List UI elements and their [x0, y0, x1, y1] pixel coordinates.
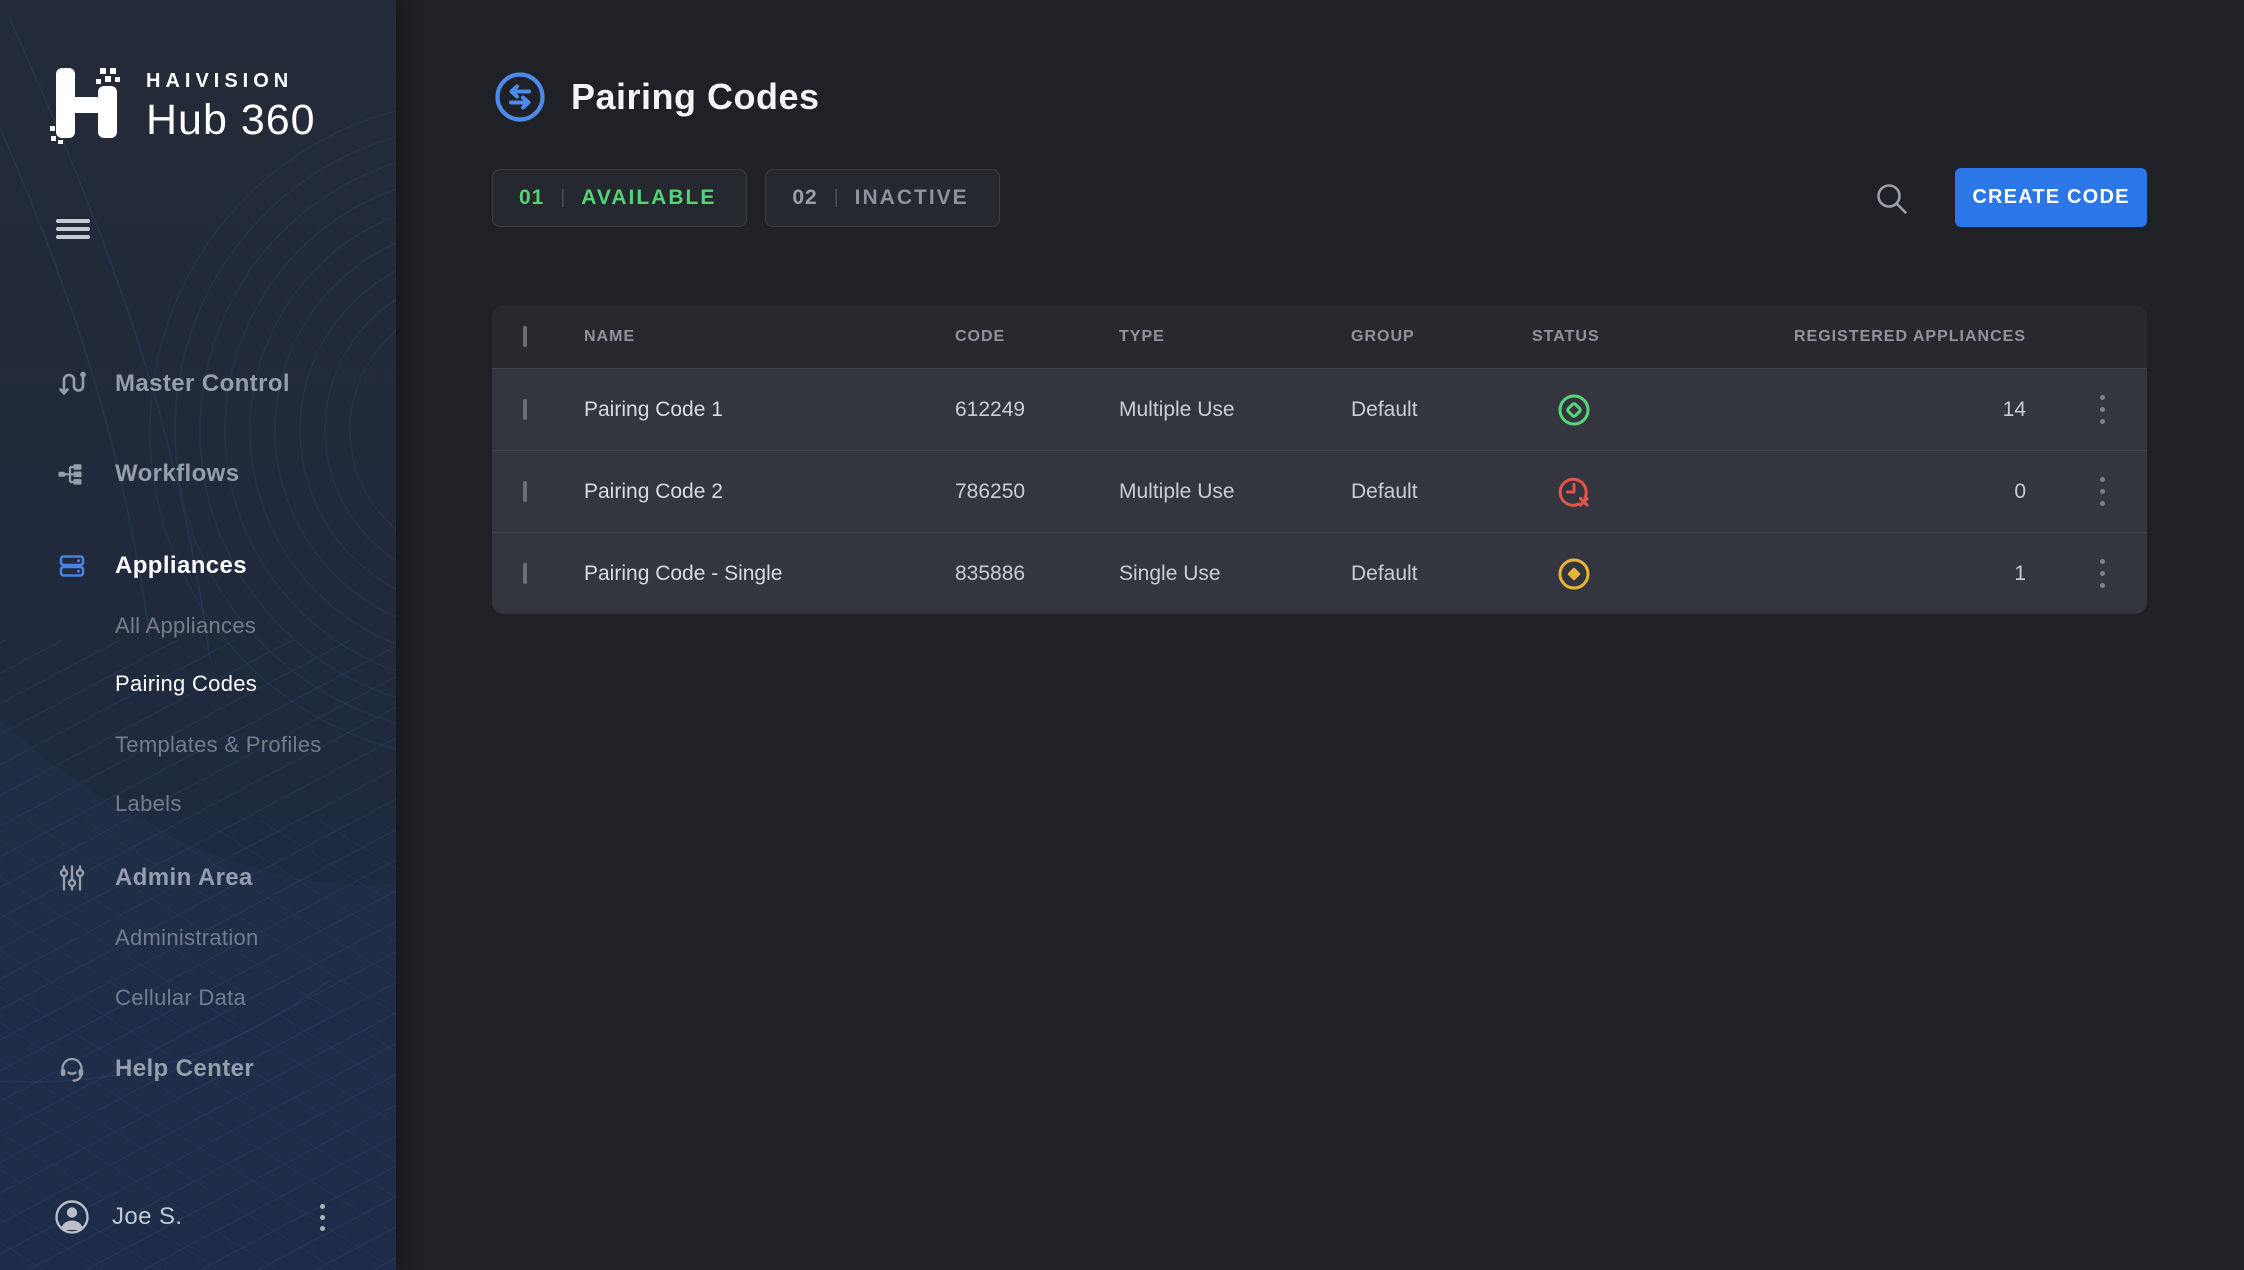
table-row[interactable]: Pairing Code 1 612249 Multiple Use Defau…: [492, 368, 2147, 450]
cell-group: Default: [1351, 480, 1532, 504]
filter-label: INACTIVE: [855, 186, 969, 210]
sliders-icon: [56, 862, 88, 894]
table-row[interactable]: Pairing Code 2 786250 Multiple Use Defau…: [492, 450, 2147, 532]
app-window: HAIVISION Hub 360 Master Control: [0, 0, 2244, 1270]
cell-registered-appliances: 0: [1722, 480, 2057, 504]
filter-chip-inactive[interactable]: 02 | INACTIVE: [765, 169, 999, 227]
haivision-h-logo-icon: [50, 62, 124, 144]
sidebar-item-label: Master Control: [115, 370, 290, 398]
filter-chip-available[interactable]: 01 | AVAILABLE: [492, 169, 747, 227]
cell-registered-appliances: 1: [1722, 562, 2057, 586]
sidebar-item-label: Administration: [115, 925, 259, 951]
sidebar-item-label: Admin Area: [115, 864, 253, 892]
sidebar-item-label: All Appliances: [115, 613, 256, 639]
sidebar-item-administration[interactable]: Administration: [0, 923, 396, 953]
column-header-code: CODE: [955, 328, 1119, 346]
column-header-name: NAME: [584, 328, 955, 346]
cell-code: 612249: [955, 398, 1119, 422]
sidebar-item-admin-area[interactable]: Admin Area: [0, 861, 396, 895]
sidebar-item-help-center[interactable]: Help Center: [0, 1052, 396, 1086]
page-title: Pairing Codes: [571, 76, 820, 118]
table-row[interactable]: Pairing Code - Single 835886 Single Use …: [492, 532, 2147, 614]
sidebar-item-label: Appliances: [115, 552, 247, 580]
sidebar-item-workflows[interactable]: Workflows: [0, 457, 396, 491]
cell-name: Pairing Code 1: [584, 398, 955, 422]
sidebar-item-label: Pairing Codes: [115, 671, 257, 697]
sidebar-item-all-appliances[interactable]: All Appliances: [0, 611, 396, 641]
sidebar-item-label: Labels: [115, 791, 182, 817]
filter-count: 01: [519, 186, 544, 210]
chip-divider: |: [834, 187, 839, 209]
sidebar: HAIVISION Hub 360 Master Control: [0, 0, 396, 1270]
row-actions-kebab-icon[interactable]: [2089, 470, 2115, 514]
search-icon[interactable]: [1872, 179, 1912, 219]
workflow-icon: [56, 458, 88, 490]
sidebar-item-labels[interactable]: Labels: [0, 789, 396, 819]
create-code-button[interactable]: CREATE CODE: [1955, 168, 2147, 227]
sidebar-item-label: Help Center: [115, 1055, 254, 1083]
cell-group: Default: [1351, 562, 1532, 586]
sidebar-item-label: Cellular Data: [115, 985, 246, 1011]
row-checkbox[interactable]: [523, 563, 527, 584]
status-expired-icon: [1556, 474, 1592, 510]
pairing-codes-table: NAME CODE TYPE GROUP STATUS REGISTERED A…: [492, 305, 2147, 614]
user-name: Joe S.: [112, 1203, 182, 1231]
row-actions-kebab-icon[interactable]: [2089, 552, 2115, 596]
status-filter-chips: 01 | AVAILABLE 02 | INACTIVE: [492, 169, 1000, 227]
cell-name: Pairing Code - Single: [584, 562, 955, 586]
status-single-use-icon: [1556, 556, 1592, 592]
cell-code: 835886: [955, 562, 1119, 586]
sidebar-item-templates-profiles[interactable]: Templates & Profiles: [0, 730, 396, 760]
cell-group: Default: [1351, 398, 1532, 422]
column-header-registered-appliances: REGISTERED APPLIANCES: [1722, 328, 2057, 346]
main-content: Pairing Codes 01 | AVAILABLE 02 | INACTI…: [396, 0, 2244, 1270]
cell-registered-appliances: 14: [1722, 398, 2057, 422]
user-menu-kebab-icon[interactable]: [310, 1199, 334, 1235]
page-header: Pairing Codes: [493, 70, 820, 124]
select-all-checkbox[interactable]: [523, 326, 527, 347]
brand-product-name: Hub 360: [146, 96, 316, 145]
sidebar-item-cellular-data[interactable]: Cellular Data: [0, 983, 396, 1013]
row-checkbox[interactable]: [523, 399, 527, 420]
column-header-type: TYPE: [1119, 328, 1351, 346]
user-avatar-icon: [54, 1199, 90, 1240]
cell-name: Pairing Code 2: [584, 480, 955, 504]
status-available-icon: [1556, 392, 1592, 428]
menu-icon[interactable]: [56, 219, 90, 239]
cell-type: Multiple Use: [1119, 398, 1351, 422]
column-header-status: STATUS: [1532, 328, 1722, 346]
sidebar-item-label: Templates & Profiles: [115, 732, 322, 758]
sidebar-item-label: Workflows: [115, 460, 240, 488]
headset-icon: [56, 1053, 88, 1085]
cell-type: Single Use: [1119, 562, 1351, 586]
cell-code: 786250: [955, 480, 1119, 504]
row-actions-kebab-icon[interactable]: [2089, 388, 2115, 432]
sidebar-item-master-control[interactable]: Master Control: [0, 367, 396, 401]
column-header-group: GROUP: [1351, 328, 1532, 346]
brand-company-name: HAIVISION: [146, 70, 316, 93]
pairing-codes-icon: [493, 70, 547, 124]
row-checkbox[interactable]: [523, 481, 527, 502]
filter-count: 02: [792, 186, 817, 210]
brand-logo[interactable]: HAIVISION Hub 360: [50, 62, 316, 145]
sidebar-item-pairing-codes[interactable]: Pairing Codes: [0, 669, 396, 699]
table-header-row: NAME CODE TYPE GROUP STATUS REGISTERED A…: [492, 305, 2147, 368]
route-icon: [56, 368, 88, 400]
filter-label: AVAILABLE: [581, 186, 716, 210]
cell-type: Multiple Use: [1119, 480, 1351, 504]
appliances-icon: [56, 550, 88, 582]
chip-divider: |: [560, 187, 565, 209]
user-account-row[interactable]: Joe S.: [0, 1195, 396, 1239]
sidebar-item-appliances[interactable]: Appliances: [0, 549, 396, 583]
